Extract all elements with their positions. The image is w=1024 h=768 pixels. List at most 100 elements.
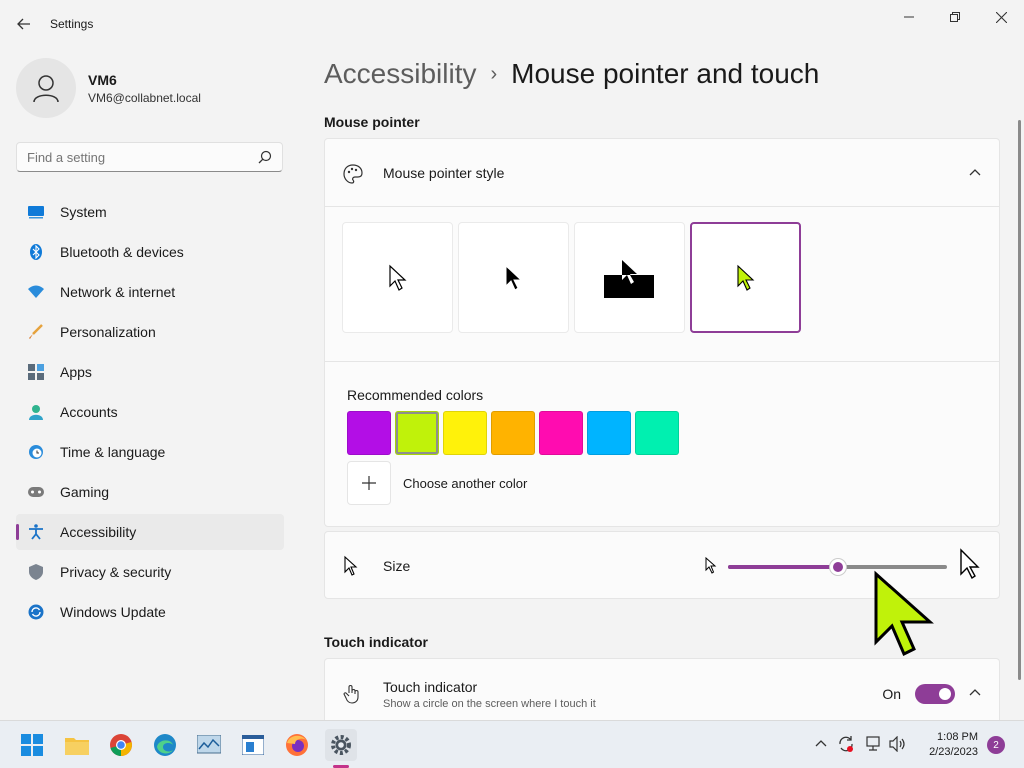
size-slider[interactable] (728, 558, 947, 576)
sidebar-item-accounts[interactable]: Accounts (16, 394, 284, 430)
firefox-icon (286, 734, 308, 756)
title-bar: Settings (0, 0, 1024, 48)
choose-another-color-button[interactable] (347, 461, 391, 505)
page-title: Mouse pointer and touch (511, 58, 820, 89)
minimize-button[interactable] (886, 6, 932, 28)
sync-icon[interactable] (837, 735, 855, 753)
mouse-cursor-icon (874, 570, 934, 657)
recommended-colors-label: Recommended colors (347, 387, 484, 403)
color-swatch[interactable] (635, 411, 679, 455)
clock-date: 2/23/2023 (929, 746, 978, 758)
touch-indicator-toggle[interactable] (915, 684, 955, 704)
volume-icon[interactable] (889, 736, 907, 752)
scrollbar[interactable] (1018, 120, 1021, 680)
breadcrumb-separator: › (490, 62, 498, 85)
pointer-style-white[interactable] (342, 222, 453, 333)
gamepad-icon (28, 484, 44, 500)
mouse-pointer-style-label: Mouse pointer style (383, 165, 505, 181)
chevron-up-icon[interactable] (969, 168, 981, 176)
back-button[interactable] (10, 12, 38, 36)
sidebar-item-network[interactable]: Network & internet (16, 274, 284, 310)
pointer-style-inverted[interactable] (574, 222, 685, 333)
breadcrumb: Accessibility › Mouse pointer and touch (324, 58, 819, 90)
color-swatch[interactable] (347, 411, 391, 455)
maximize-button[interactable] (932, 6, 978, 28)
brush-icon (28, 324, 44, 340)
clock-globe-icon (28, 444, 44, 460)
section-title-touch-indicator: Touch indicator (324, 634, 428, 650)
sidebar-item-personalization[interactable]: Personalization (16, 314, 284, 350)
color-swatch[interactable] (587, 411, 631, 455)
black-cursor-icon (505, 264, 522, 291)
breadcrumb-parent[interactable]: Accessibility (324, 58, 476, 90)
user-icon (33, 75, 59, 103)
sidebar-item-label: Bluetooth & devices (60, 244, 184, 260)
network-tray-icon[interactable] (864, 736, 882, 752)
color-swatch[interactable] (491, 411, 535, 455)
sidebar-item-label: Gaming (60, 484, 110, 500)
sidebar-item-label: System (60, 204, 107, 220)
sidebar-item-label: Apps (60, 364, 92, 380)
touch-indicator-label: Touch indicator (383, 679, 478, 695)
taskbar-settings[interactable] (325, 729, 357, 761)
taskbar-file-explorer[interactable] (61, 729, 93, 761)
plus-icon (362, 476, 376, 490)
taskbar-app[interactable] (237, 729, 269, 761)
color-swatch[interactable] (395, 411, 439, 455)
minimize-icon (904, 16, 914, 18)
chevron-up-icon[interactable] (815, 739, 827, 747)
sidebar-item-label: Accessibility (60, 524, 137, 540)
taskbar-firefox[interactable] (281, 729, 313, 761)
sidebar-item-system[interactable]: System (16, 194, 284, 230)
sidebar-item-gaming[interactable]: Gaming (16, 474, 284, 510)
taskbar-chrome[interactable] (105, 729, 137, 761)
sidebar-item-windows-update[interactable]: Windows Update (16, 594, 284, 630)
sidebar-item-accessibility[interactable]: Accessibility (16, 514, 284, 550)
sidebar-item-label: Personalization (60, 324, 156, 340)
accounts-icon (28, 404, 44, 420)
bluetooth-icon (28, 244, 44, 260)
clock-time: 1:08 PM (937, 731, 978, 743)
size-label: Size (383, 558, 411, 574)
profile-name: VM6 (88, 71, 117, 88)
maximize-icon (950, 12, 960, 22)
cursor-icon (344, 555, 358, 576)
edge-icon (154, 734, 176, 756)
close-button[interactable] (978, 6, 1024, 28)
palette-icon (343, 164, 363, 184)
sidebar-item-label: Network & internet (60, 284, 176, 300)
monitor-chart-icon (197, 735, 221, 754)
pointer-style-black[interactable] (458, 222, 569, 333)
taskbar-resource-monitor[interactable] (193, 729, 225, 761)
system-clock[interactable]: 1:08 PM 2/23/2023 (918, 730, 978, 760)
touch-hand-icon (343, 685, 359, 704)
sidebar-item-time-language[interactable]: Time & language (16, 434, 284, 470)
sidebar-item-label: Privacy & security (60, 564, 172, 580)
sidebar-item-bluetooth[interactable]: Bluetooth & devices (16, 234, 284, 270)
white-cursor-icon (388, 264, 407, 291)
sidebar-item-privacy[interactable]: Privacy & security (16, 554, 284, 590)
user-profile[interactable]: VM6 VM6@collabnet.local (16, 58, 201, 118)
update-icon (28, 604, 44, 620)
pointer-style-custom[interactable] (690, 222, 801, 333)
folder-icon (65, 738, 89, 755)
taskbar-edge[interactable] (149, 729, 181, 761)
touch-indicator-state: On (882, 686, 901, 702)
back-arrow-icon (17, 18, 30, 30)
close-icon (995, 11, 1007, 23)
notification-badge[interactable]: 2 (987, 736, 1005, 754)
start-button[interactable] (16, 729, 48, 761)
chevron-up-icon[interactable] (969, 688, 981, 696)
size-slider-fill (728, 565, 838, 569)
color-swatch[interactable] (539, 411, 583, 455)
accessibility-icon (28, 524, 44, 540)
search-input[interactable] (27, 150, 247, 165)
sidebar-item-apps[interactable]: Apps (16, 354, 284, 390)
search-box[interactable] (16, 142, 283, 172)
size-slider-thumb[interactable] (828, 558, 847, 576)
search-icon (258, 150, 272, 164)
mouse-pointer-style-header[interactable]: Mouse pointer style (325, 139, 999, 207)
sidebar-item-label: Time & language (60, 444, 166, 460)
color-swatch[interactable] (443, 411, 487, 455)
touch-indicator-card[interactable]: Touch indicator Show a circle on the scr… (324, 658, 1000, 728)
